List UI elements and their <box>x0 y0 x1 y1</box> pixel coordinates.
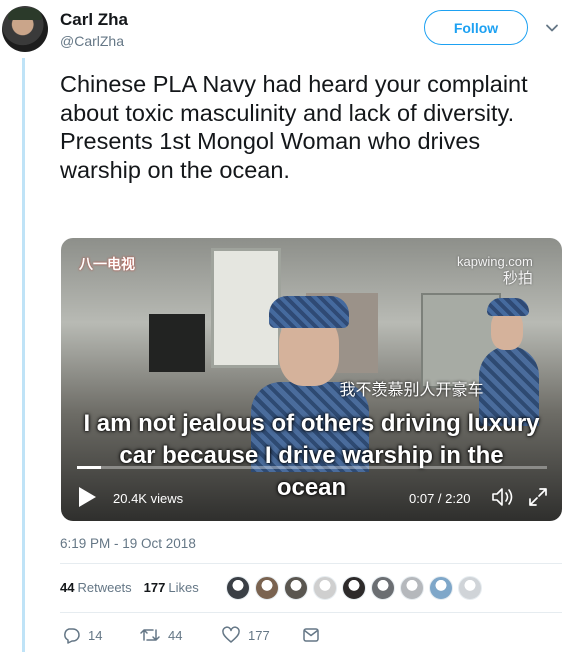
direct-message-icon <box>303 628 319 642</box>
retweet-count: 44 <box>168 627 183 643</box>
view-count: 20.4K views <box>113 491 184 506</box>
watermark: kapwing.com 秒拍 <box>457 254 533 288</box>
tweet-text: Chinese PLA Navy had heard your complain… <box>60 71 528 183</box>
progress-fill <box>77 466 101 469</box>
likes-count: 177 <box>143 580 166 595</box>
retweet-action[interactable]: 44 <box>140 626 182 644</box>
liker-avatar[interactable] <box>429 576 453 600</box>
liker-avatar[interactable] <box>313 576 337 600</box>
liker-avatar[interactable] <box>284 576 308 600</box>
follow-button[interactable]: Follow <box>424 10 528 45</box>
subtitle-english: I am not jealous of others driving luxur… <box>83 410 540 501</box>
play-icon[interactable] <box>77 486 97 508</box>
direct-message-action[interactable] <box>302 626 328 644</box>
thread-line <box>22 58 25 652</box>
avatar[interactable] <box>2 6 48 52</box>
liker-avatar[interactable] <box>458 576 482 600</box>
liker-avatar[interactable] <box>400 576 424 600</box>
author-name[interactable]: Carl Zha <box>60 10 128 30</box>
chevron-down-icon[interactable] <box>544 20 560 36</box>
volume-icon[interactable] <box>491 486 515 508</box>
retweets-stat[interactable]: 44 Retweets <box>60 580 132 595</box>
reply-icon <box>64 628 80 644</box>
retweets-count: 44 <box>60 580 75 595</box>
watermark-logo: 秒拍 <box>502 270 533 287</box>
retweet-icon <box>140 629 160 641</box>
tweet-timestamp[interactable]: 6:19 PM - 19 Oct 2018 <box>60 536 196 551</box>
subtitle-chinese: 我不羡慕别人开豪车 <box>339 382 484 399</box>
tweet-actions: 14 44 177 <box>60 626 360 646</box>
divider <box>60 563 562 564</box>
liker-avatar[interactable] <box>255 576 279 600</box>
engagement-stats: 44 Retweets 177 Likes <box>60 580 199 595</box>
author-handle[interactable]: @CarlZha <box>60 33 124 49</box>
like-icon <box>222 626 240 643</box>
divider <box>60 612 562 613</box>
video-scene-monitor <box>149 314 205 372</box>
liker-avatar[interactable] <box>342 576 366 600</box>
progress-bar[interactable] <box>77 466 547 469</box>
liker-avatars <box>226 576 487 600</box>
video-time: 0:07 / 2:20 <box>409 491 471 506</box>
likes-label: Likes <box>168 580 199 595</box>
video-player[interactable]: 八一电视 kapwing.com 秒拍 我不羡慕别人开豪车 I am not j… <box>61 238 562 521</box>
like-action[interactable]: 177 <box>222 626 270 644</box>
fullscreen-icon[interactable] <box>527 486 549 508</box>
likes-stat[interactable]: 177 Likes <box>144 580 199 595</box>
channel-logo: 八一电视 <box>79 256 135 272</box>
liker-avatar[interactable] <box>226 576 250 600</box>
like-count: 177 <box>248 627 270 643</box>
reply-count: 14 <box>88 627 103 643</box>
reply-action[interactable]: 14 <box>62 626 102 644</box>
tweet-header: Carl Zha @CarlZha Follow <box>0 0 576 60</box>
liker-avatar[interactable] <box>371 576 395 600</box>
retweets-label: Retweets <box>77 580 132 595</box>
